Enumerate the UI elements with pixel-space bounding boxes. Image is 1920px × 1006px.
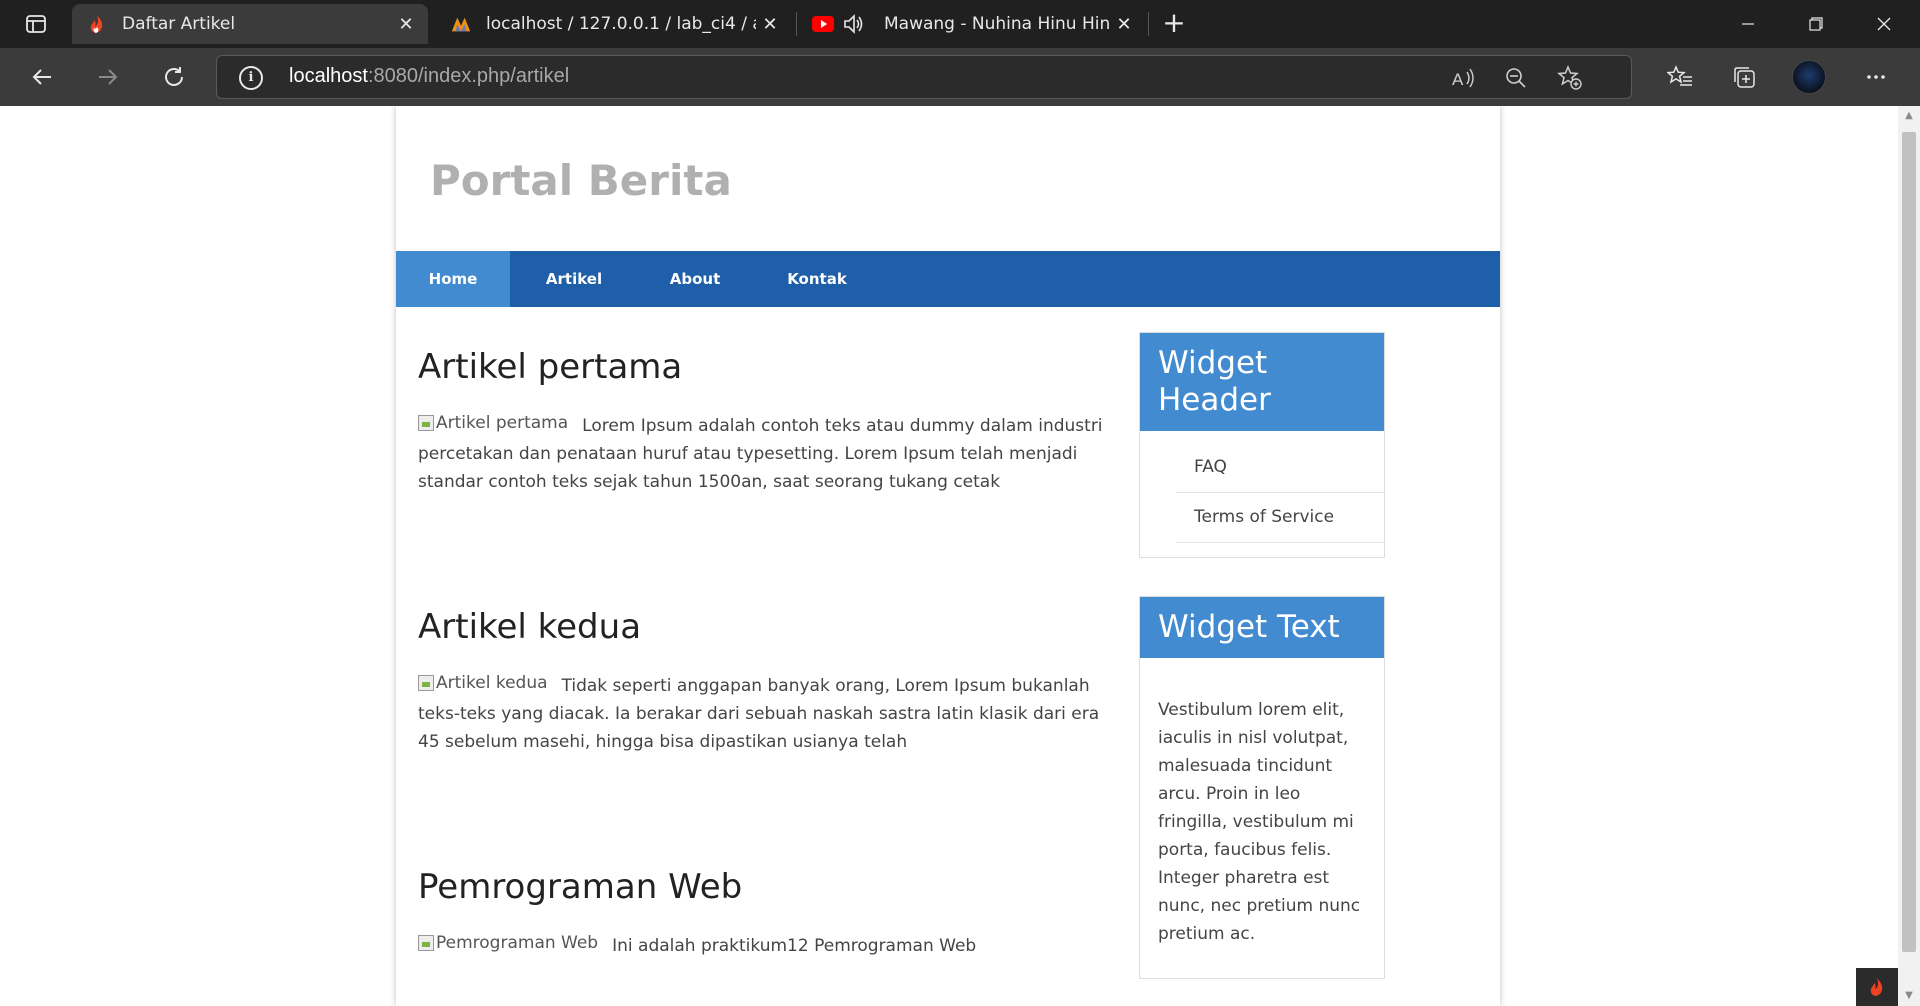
read-aloud-icon[interactable]: A	[1449, 63, 1479, 93]
broken-image-icon	[418, 415, 434, 431]
close-tab-icon[interactable]: ✕	[392, 10, 420, 38]
article-title[interactable]: Pemrograman Web	[418, 867, 1108, 907]
vertical-scrollbar[interactable]: ▲ ▼	[1898, 106, 1920, 1006]
close-window-button[interactable]	[1850, 0, 1918, 48]
article-item: Artikel kedua Artikel kedua Tidak seperti…	[418, 607, 1108, 756]
refresh-icon	[165, 67, 183, 86]
tab-title: localhost / 127.0.0.1 / lab_ci4 / ar	[486, 14, 756, 34]
article-title[interactable]: Artikel kedua	[418, 607, 1108, 647]
main-nav: Home Artikel About Kontak	[396, 251, 1500, 307]
nav-item-kontak[interactable]: Kontak	[752, 251, 882, 307]
nav-item-about[interactable]: About	[638, 251, 752, 307]
tab-divider	[1148, 12, 1149, 36]
tab-divider	[796, 12, 797, 36]
restore-button[interactable]	[1782, 0, 1850, 48]
site-header: Portal Berita	[396, 106, 1500, 251]
svg-text:A: A	[1452, 70, 1464, 89]
address-bar[interactable]: i localhost:8080/index.php/artikel A	[216, 55, 1632, 99]
close-tab-icon[interactable]: ✕	[756, 10, 784, 38]
refresh-button[interactable]	[156, 59, 192, 95]
phpmyadmin-icon	[450, 13, 472, 35]
article-body: Artikel kedua Tidak seperti anggapan bany…	[418, 669, 1108, 756]
widget-link-terms[interactable]: Terms of Service	[1176, 493, 1384, 543]
site-title: Portal Berita	[430, 156, 732, 205]
article-title[interactable]: Artikel pertama	[418, 347, 1108, 387]
zoom-out-icon[interactable]	[1501, 63, 1531, 93]
add-favorite-icon[interactable]	[1555, 63, 1585, 93]
widget-title: Widget Header	[1140, 333, 1384, 431]
close-tab-icon[interactable]: ✕	[1110, 10, 1138, 38]
favorites-icon	[1667, 65, 1692, 86]
tab-actions-button[interactable]	[12, 10, 60, 38]
arrow-right-icon	[99, 69, 118, 85]
tab-youtube[interactable]: Mawang - Nuhina Hinu Hina ✕	[798, 4, 1146, 44]
forward-button[interactable]	[90, 59, 126, 95]
back-button[interactable]	[24, 59, 60, 95]
article-image: Pemrograman Web	[418, 929, 598, 957]
article-item: Pemrograman Web Pemrograman Web Ini adala…	[418, 867, 1108, 960]
widget-text-box: Widget Text Vestibulum lorem elit, iacul…	[1139, 596, 1385, 979]
site-info-icon[interactable]: i	[239, 66, 263, 90]
debug-toolbar-button[interactable]	[1856, 968, 1898, 1006]
scrollbar-thumb[interactable]	[1902, 132, 1916, 952]
tab-title: Mawang - Nuhina Hinu Hina	[884, 14, 1110, 34]
youtube-icon	[812, 13, 834, 35]
settings-menu-button[interactable]	[1858, 59, 1894, 95]
scroll-up-icon[interactable]: ▲	[1898, 106, 1920, 126]
widget-header-box: Widget Header FAQ Terms of Service	[1139, 332, 1385, 558]
broken-image-icon	[418, 935, 434, 951]
codeigniter-flame-icon	[86, 13, 108, 35]
widget-text-body: Vestibulum lorem elit, iaculis in nisl v…	[1158, 700, 1361, 944]
article-body: Pemrograman Web Ini adalah praktikum12 Pe…	[418, 929, 1108, 960]
widget-link-list: FAQ Terms of Service	[1140, 431, 1384, 557]
tab-daftar-artikel[interactable]: Daftar Artikel ✕	[72, 4, 428, 44]
collections-button[interactable]	[1726, 59, 1762, 95]
nav-item-home[interactable]: Home	[396, 251, 510, 307]
speaker-icon[interactable]	[842, 13, 870, 35]
favorites-button[interactable]	[1662, 59, 1698, 95]
url-text: localhost:8080/index.php/artikel	[289, 65, 570, 87]
more-icon	[1867, 75, 1885, 79]
article-body: Artikel pertama Lorem Ipsum adalah contoh…	[418, 409, 1108, 496]
broken-image-icon	[418, 675, 434, 691]
tab-title: Daftar Artikel	[122, 14, 236, 34]
page-container: Portal Berita Home Artikel About Kontak …	[396, 106, 1500, 1006]
article-image: Artikel kedua	[418, 669, 548, 697]
minimize-button[interactable]	[1714, 0, 1782, 48]
profile-avatar[interactable]	[1792, 60, 1826, 94]
minimize-icon	[1742, 23, 1754, 25]
nav-item-artikel[interactable]: Artikel	[510, 251, 638, 307]
article-image: Artikel pertama	[418, 409, 568, 437]
tab-actions-icon	[26, 15, 46, 33]
widget-title: Widget Text	[1140, 597, 1384, 658]
article-item: Artikel pertama Artikel pertama Lorem Ips…	[418, 347, 1108, 496]
restore-icon	[1809, 17, 1823, 31]
browser-toolbar: i localhost:8080/index.php/artikel A	[0, 48, 1920, 106]
collections-icon	[1734, 67, 1755, 88]
codeigniter-flame-icon	[1870, 978, 1883, 996]
widget-link-faq[interactable]: FAQ	[1176, 443, 1384, 493]
arrow-left-icon	[32, 69, 51, 85]
scroll-down-icon[interactable]: ▼	[1898, 986, 1920, 1006]
tab-phpmyadmin[interactable]: localhost / 127.0.0.1 / lab_ci4 / ar ✕	[436, 4, 792, 44]
new-tab-button[interactable]: +	[1158, 8, 1190, 40]
page-viewport: Portal Berita Home Artikel About Kontak …	[0, 106, 1898, 1006]
tab-bar: Daftar Artikel ✕ localhost / 127.0.0.1 /…	[0, 0, 1920, 48]
plus-icon: +	[1162, 6, 1186, 39]
close-icon	[1877, 17, 1891, 31]
